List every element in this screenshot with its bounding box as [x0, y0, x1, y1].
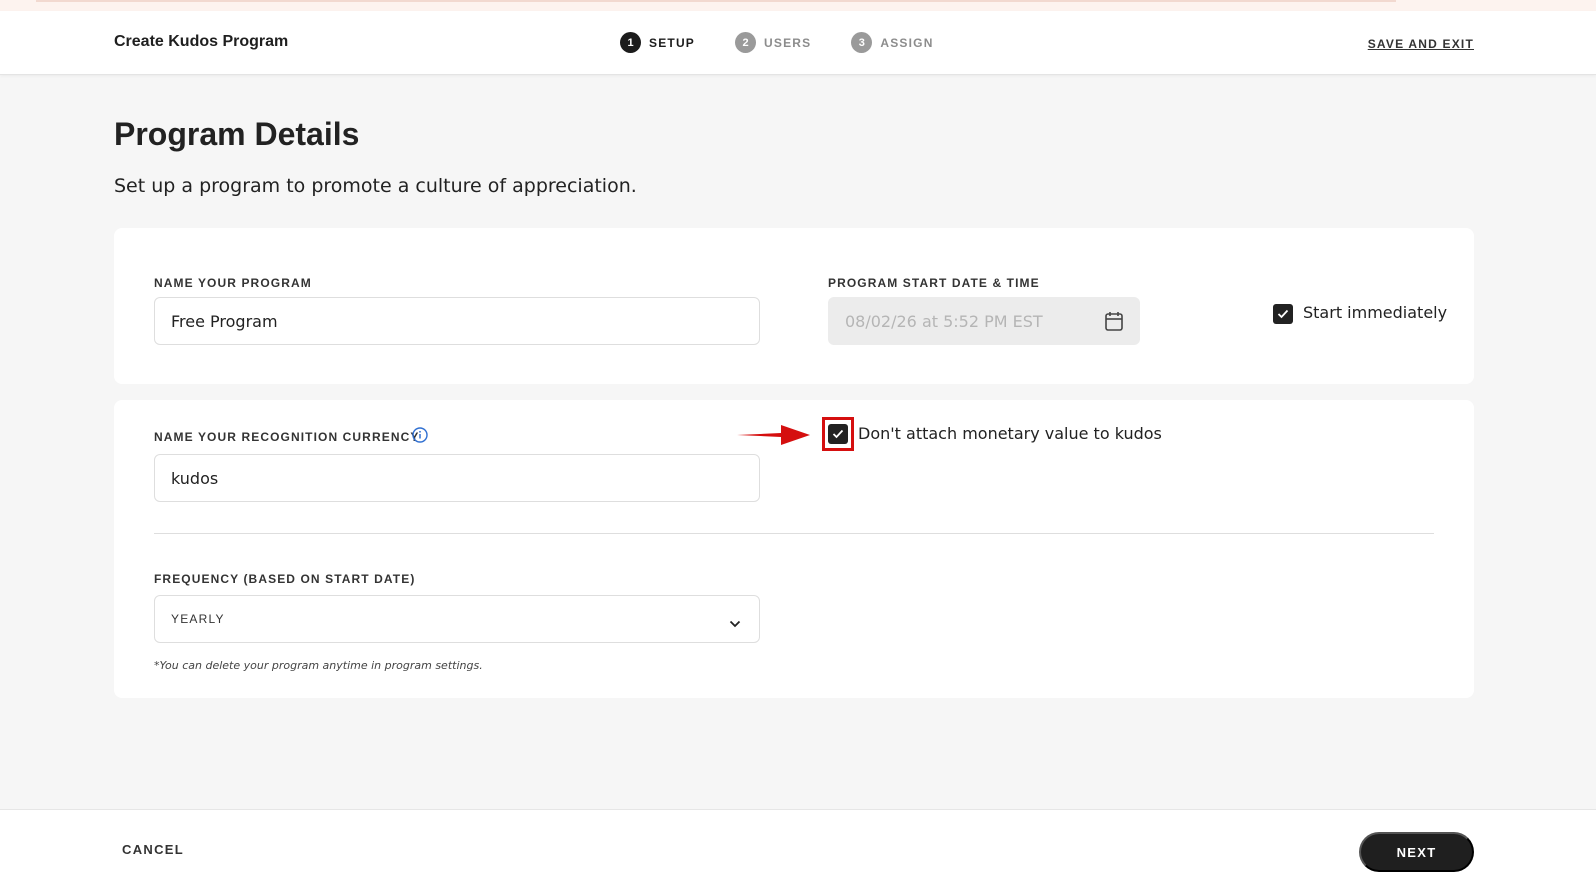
save-and-exit-link[interactable]: SAVE AND EXIT: [1368, 37, 1474, 51]
app-title: Create Kudos Program: [114, 33, 289, 50]
program-details-card: NAME YOUR PROGRAM Free Program PROGRAM S…: [114, 228, 1474, 384]
step-number: 1: [620, 32, 641, 53]
cancel-button[interactable]: CANCEL: [122, 842, 184, 857]
start-date-label: PROGRAM START DATE & TIME: [828, 276, 1040, 290]
calendar-icon[interactable]: [1105, 311, 1123, 335]
step-label: ASSIGN: [880, 35, 934, 50]
frequency-value: YEARLY: [171, 612, 225, 626]
start-date-value: 08/02/26 at 5:52 PM EST: [845, 311, 1043, 331]
start-date-input[interactable]: 08/02/26 at 5:52 PM EST: [828, 297, 1140, 345]
program-name-value: Free Program: [171, 311, 278, 331]
program-name-input[interactable]: Free Program: [154, 297, 760, 345]
stepper: 1 SETUP 2 USERS 3 ASSIGN: [620, 32, 974, 53]
start-immediately-checkbox[interactable]: [1273, 304, 1293, 324]
bottom-action-bar: CANCEL NEXT: [0, 809, 1596, 888]
page-title: Program Details: [114, 116, 360, 152]
checkmark-icon: [1277, 309, 1289, 319]
top-banner-line: [36, 0, 1396, 2]
delete-program-footnote: *You can delete your program anytime in …: [154, 659, 483, 672]
section-divider: [154, 533, 1434, 534]
currency-name-label: NAME YOUR RECOGNITION CURRENCY: [154, 430, 420, 444]
chevron-down-icon: [729, 613, 741, 632]
info-icon[interactable]: [412, 427, 428, 447]
step-label: SETUP: [649, 35, 696, 50]
top-banner-strip: [0, 0, 1596, 11]
program-name-label: NAME YOUR PROGRAM: [154, 276, 312, 290]
step-number: 3: [851, 32, 873, 53]
step-users[interactable]: 2 USERS: [735, 32, 811, 53]
currency-name-value: kudos: [171, 468, 219, 488]
annotation-arrow-icon: [737, 422, 811, 452]
step-label: USERS: [764, 35, 812, 50]
step-assign[interactable]: 3 ASSIGN: [851, 32, 933, 53]
step-number: 2: [735, 32, 757, 53]
page-subtitle: Set up a program to promote a culture of…: [114, 175, 637, 197]
start-immediately-label[interactable]: Start immediately: [1303, 303, 1447, 322]
next-button[interactable]: NEXT: [1359, 832, 1474, 872]
frequency-select[interactable]: YEARLY: [154, 595, 760, 643]
currency-name-input[interactable]: kudos: [154, 454, 760, 502]
annotation-highlight-box: [822, 417, 854, 451]
frequency-label: FREQUENCY (BASED ON START DATE): [154, 572, 416, 586]
no-monetary-value-label[interactable]: Don't attach monetary value to kudos: [858, 424, 1162, 443]
top-navigation-bar: Create Kudos Program 1 SETUP 2 USERS 3 A…: [0, 11, 1596, 75]
step-setup[interactable]: 1 SETUP: [620, 32, 695, 53]
